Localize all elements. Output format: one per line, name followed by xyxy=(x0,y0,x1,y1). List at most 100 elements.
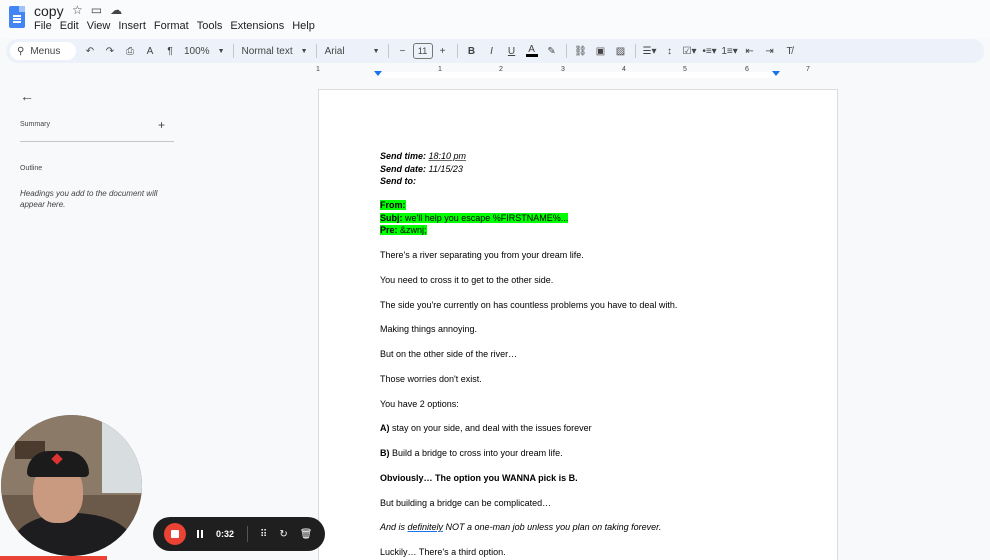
bulleted-list-icon[interactable]: •≡▾ xyxy=(700,42,720,60)
paragraph: A) stay on your side, and deal with the … xyxy=(380,423,592,434)
bold-icon[interactable]: B xyxy=(462,42,482,60)
left-indent-marker[interactable] xyxy=(374,71,382,76)
increase-font-size-icon[interactable]: + xyxy=(433,42,453,60)
send-date-value: 11/15/23 xyxy=(428,164,463,174)
paragraph: And is definitely NOT a one-man job unle… xyxy=(380,522,661,533)
pause-recording-button[interactable] xyxy=(197,530,203,538)
paragraph: Making things annoying. xyxy=(380,324,478,334)
spellcheck-icon[interactable]: A xyxy=(140,42,160,60)
send-time-label: Send time: xyxy=(380,151,427,161)
send-date-line: Send date: 11/15/23 xyxy=(380,164,463,175)
drag-handle-icon[interactable]: ⠿ xyxy=(260,529,267,540)
undo-icon[interactable]: ↶ xyxy=(80,42,100,60)
link-icon[interactable]: ⛓ xyxy=(571,42,591,60)
send-time-line: Send time: 18:10 pm xyxy=(380,151,466,162)
image-icon[interactable]: ▨ xyxy=(611,42,631,60)
numbered-list-icon[interactable]: 1≡▾ xyxy=(720,42,740,60)
search-icon: ⚲ xyxy=(17,45,25,57)
increase-indent-icon[interactable]: ⇥ xyxy=(760,42,780,60)
option-b-text: Build a bridge to cross into your dream … xyxy=(389,448,563,458)
option-b-label: B) xyxy=(380,448,390,458)
recording-timer: 0:32 xyxy=(216,529,235,539)
redo-icon[interactable]: ↷ xyxy=(100,42,120,60)
decrease-font-size-icon[interactable]: − xyxy=(393,42,413,60)
zoom-select[interactable]: 100% ▼ xyxy=(180,46,229,57)
document-page[interactable]: Send time: 18:10 pm Send date: 11/15/23 … xyxy=(318,89,838,560)
restart-icon[interactable]: ↻ xyxy=(279,529,287,540)
paragraph-part: And is xyxy=(380,522,408,532)
paint-format-icon[interactable]: ¶ xyxy=(160,42,180,60)
paragraph: You need to cross it to get to the other… xyxy=(380,275,554,285)
paragraph: But on the other side of the river… xyxy=(380,349,518,359)
line-spacing-icon[interactable]: ↕ xyxy=(660,42,680,60)
menu-tools[interactable]: Tools xyxy=(197,19,228,33)
menu-format[interactable]: Format xyxy=(154,19,194,33)
move-folder-icon[interactable]: ▭ xyxy=(91,3,102,17)
add-summary-icon[interactable]: + xyxy=(158,118,165,132)
ruler: 1 1 2 3 4 5 6 7 xyxy=(0,66,990,80)
ruler-number: 1 xyxy=(316,66,320,73)
menu-bar: File Edit View Insert Format Tools Exten… xyxy=(34,19,323,33)
title-icons: ☆ ▭ ☁ xyxy=(72,3,122,17)
pre-label: Pre: xyxy=(380,225,398,235)
print-icon[interactable]: ⎙ xyxy=(120,42,140,60)
menus-label: Menus xyxy=(30,45,61,57)
checklist-icon[interactable]: ☑▾ xyxy=(680,42,700,60)
paragraph: You have 2 options: xyxy=(380,399,459,409)
stop-recording-button[interactable] xyxy=(164,523,186,545)
right-indent-marker[interactable] xyxy=(772,71,780,76)
send-to-line: Send to: xyxy=(380,176,416,187)
document-title[interactable]: copy xyxy=(34,3,64,19)
subject-line: Subj: we'll help you escape %FIRSTNAME%.… xyxy=(380,213,569,224)
send-to-label: Send to: xyxy=(380,176,416,186)
menu-view[interactable]: View xyxy=(87,19,116,33)
cloud-status-icon[interactable]: ☁ xyxy=(110,3,122,17)
zoom-value: 100% xyxy=(184,45,210,57)
style-select[interactable]: Normal text ▼ xyxy=(238,46,312,57)
option-a-text: stay on your side, and deal with the iss… xyxy=(389,423,592,433)
ruler-number: 6 xyxy=(745,66,749,73)
ruler-number: 7 xyxy=(806,66,810,73)
outline-hint: Headings you add to the document will ap… xyxy=(20,189,158,209)
menu-file[interactable]: File xyxy=(34,19,57,33)
search-menus-button[interactable]: ⚲ Menus xyxy=(10,42,76,60)
recorder-divider xyxy=(247,526,249,542)
toolbar: ⚲ Menus ↶ ↷ ⎙ A ¶ 100% ▼ Normal text ▼ A… xyxy=(6,39,984,63)
style-value: Normal text xyxy=(241,45,293,57)
highlight-icon[interactable]: ✎ xyxy=(542,42,562,60)
menu-edit[interactable]: Edit xyxy=(60,19,84,33)
comment-icon[interactable]: ▣ xyxy=(591,42,611,60)
font-size-input[interactable]: 11 xyxy=(412,43,433,59)
back-arrow-icon[interactable]: ← xyxy=(20,88,34,104)
menu-help[interactable]: Help xyxy=(292,19,320,33)
webcam-bubble[interactable] xyxy=(1,415,142,556)
summary-heading: Summary xyxy=(20,121,50,128)
menu-insert[interactable]: Insert xyxy=(118,19,151,33)
send-date-label: Send date: xyxy=(380,164,427,174)
horizontal-ruler[interactable]: 1 1 2 3 4 5 6 7 xyxy=(316,66,838,78)
ruler-number: 1 xyxy=(438,66,442,73)
decrease-indent-icon[interactable]: ⇤ xyxy=(740,42,760,60)
from-line: From: xyxy=(380,200,406,211)
send-time-value: 18:10 pm xyxy=(428,151,467,161)
outline-heading: Outline xyxy=(20,165,43,172)
star-icon[interactable]: ☆ xyxy=(72,3,83,17)
menu-extensions[interactable]: Extensions xyxy=(230,19,289,33)
chevron-down-icon: ▼ xyxy=(372,47,380,55)
clear-formatting-icon[interactable]: T̸ xyxy=(780,42,800,60)
recorder-controls: 0:32 ⠿ ↻ 🗑 xyxy=(153,517,325,551)
delete-icon[interactable]: 🗑 xyxy=(300,529,313,540)
title-bar: copy ☆ ▭ ☁ File Edit View Insert Format … xyxy=(0,0,990,38)
toolbar-divider xyxy=(232,44,234,58)
text-color-icon[interactable]: A xyxy=(522,42,542,60)
from-label: From: xyxy=(380,200,406,210)
toolbar-divider xyxy=(565,44,567,58)
underline-icon[interactable]: U xyxy=(502,42,522,60)
docs-logo-icon[interactable] xyxy=(9,6,25,28)
align-icon[interactable]: ☰▾ xyxy=(640,42,660,60)
ruler-number: 5 xyxy=(683,66,687,73)
chevron-down-icon: ▼ xyxy=(217,47,225,55)
pre-value: &zwnj; xyxy=(400,225,427,235)
italic-icon[interactable]: I xyxy=(482,42,502,60)
font-select[interactable]: Arial ▼ xyxy=(321,46,384,57)
